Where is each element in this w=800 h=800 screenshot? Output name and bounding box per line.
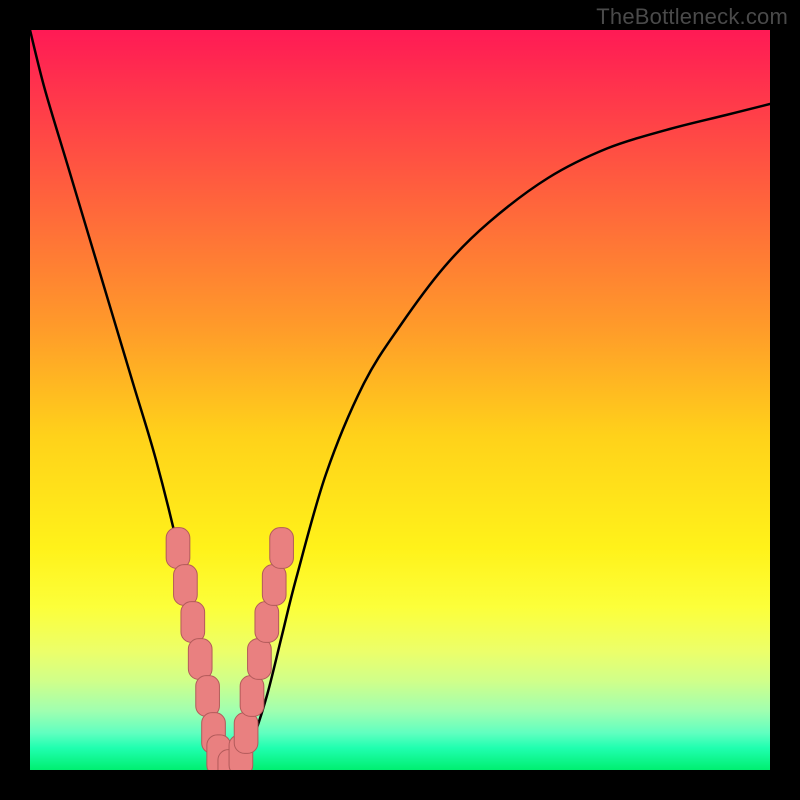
- curve-marker: [188, 639, 212, 680]
- curve-marker: [248, 639, 272, 680]
- curve-marker: [181, 602, 205, 643]
- curve-marker: [270, 528, 294, 569]
- chart-frame: TheBottleneck.com: [0, 0, 800, 800]
- curve-marker: [255, 602, 279, 643]
- plot-area: [30, 30, 770, 770]
- curve-marker: [234, 713, 258, 754]
- curve-marker: [196, 676, 220, 717]
- chart-svg: [30, 30, 770, 770]
- curve-marker: [262, 565, 286, 606]
- bottleneck-curve: [30, 30, 770, 770]
- watermark-text: TheBottleneck.com: [596, 4, 788, 30]
- curve-markers: [166, 528, 293, 770]
- curve-marker: [240, 676, 264, 717]
- curve-marker: [174, 565, 198, 606]
- curve-marker: [166, 528, 190, 569]
